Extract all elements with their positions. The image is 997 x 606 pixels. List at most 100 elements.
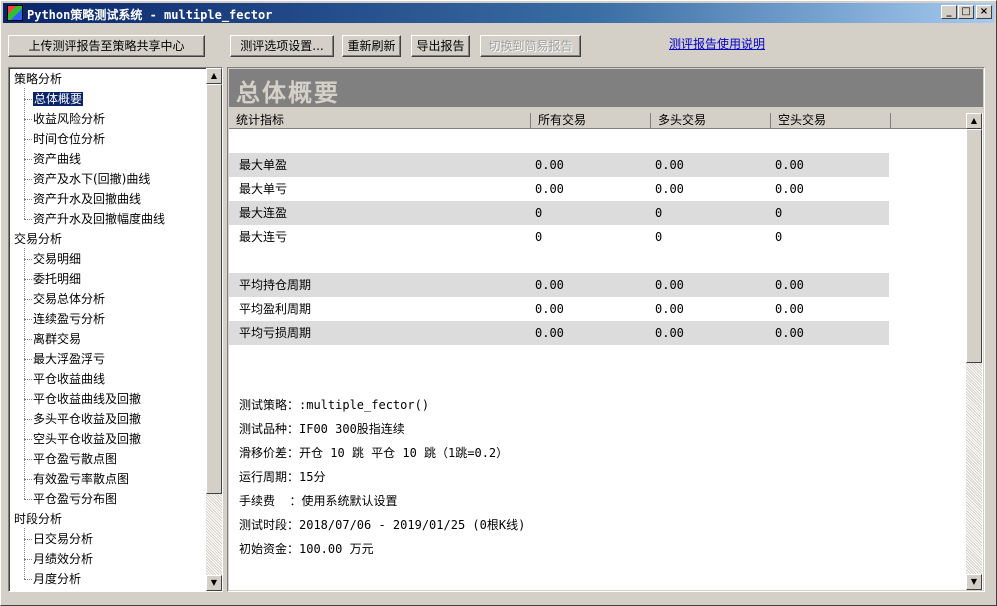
tree-item[interactable]: 交易明细 <box>33 250 81 268</box>
navigation-tree[interactable]: 策略分析 总体概要 收益风险分析 时间仓位分析 资产曲线 资产及水下(回撤)曲线 资产升水及… <box>8 67 223 592</box>
table-cell-short: 0.00 <box>775 326 804 340</box>
table-cell-long: 0.00 <box>655 326 684 340</box>
tree-item[interactable]: 最大浮盈浮亏 <box>33 350 105 368</box>
tree-item-label: 资产曲线 <box>33 152 82 166</box>
tree-item-label: 月度分析 <box>33 572 82 586</box>
maximize-icon[interactable]: □ <box>958 5 974 19</box>
window-title: Python策略测试系统 - multiple_fector <box>27 8 273 22</box>
tree-item[interactable]: 时间仓位分析 <box>33 130 105 148</box>
tree-item-label: 离群交易 <box>33 332 82 346</box>
table-cell-long: 0.00 <box>655 278 684 292</box>
close-icon[interactable]: × <box>976 5 992 19</box>
column-header[interactable]: 多头交易 <box>651 113 771 129</box>
content-scrollbar[interactable]: ▲ ▼ <box>966 113 982 590</box>
tree-item-label: 交易明细 <box>33 252 82 266</box>
tree-item-label: 多头平仓收益及回撤 <box>33 412 142 426</box>
column-header[interactable]: 统计指标 <box>229 113 531 129</box>
switch-simple-report-button[interactable]: 切换到简易报告 <box>480 35 581 57</box>
tree-item[interactable]: 平仓盈亏分布图 <box>33 490 117 508</box>
tree-item-label: 日交易分析 <box>33 532 94 546</box>
table-cell-long: 0.00 <box>655 302 684 316</box>
info-line: 测试策略：:multiple_fector() <box>239 398 430 412</box>
tree-item[interactable]: 月度分析 <box>33 570 81 588</box>
tree-item[interactable]: 离群交易 <box>33 330 81 348</box>
tree-item-label: 资产升水及回撤曲线 <box>33 192 142 206</box>
help-link[interactable]: 测评报告使用说明 <box>669 35 765 52</box>
tree-item-label: 委托明细 <box>33 272 82 286</box>
arrow-up-icon[interactable]: ▲ <box>966 113 982 129</box>
tree-item[interactable]: 交易总体分析 <box>33 290 105 308</box>
table-cell-short: 0.00 <box>775 182 804 196</box>
tree-group-label: 交易分析 <box>14 232 63 246</box>
column-header[interactable]: 所有交易 <box>531 113 651 129</box>
tree-scrollbar[interactable]: ▲ ▼ <box>206 68 222 591</box>
info-line: 测试品种：IF00 300股指连续 <box>239 422 405 436</box>
info-line: 手续费 ：使用系统默认设置 <box>239 494 398 508</box>
tree-item[interactable]: 总体概要 <box>33 90 84 108</box>
report-content: 统计指标 所有交易 多头交易 空头交易 最大单盈 0.00 0.00 0.00 最大单亏… <box>229 113 983 590</box>
title-bar[interactable]: Python策略测试系统 - multiple_fector _ □ × <box>3 3 994 23</box>
table-row: 最大单亏 0.00 0.00 0.00 <box>229 177 889 201</box>
tree-item-label: 连续盈亏分析 <box>33 312 106 326</box>
table-cell-short: 0 <box>775 230 783 244</box>
tree-item-label: 空头平仓收益及回撤 <box>33 432 142 446</box>
table-cell-all: 0.00 <box>535 278 564 292</box>
table-row: 最大单盈 0.00 0.00 0.00 <box>229 153 889 177</box>
tree-item[interactable]: 日交易分析 <box>33 530 93 548</box>
tree-item[interactable]: 资产升水及回撤幅度曲线 <box>33 210 165 228</box>
table-cell-long: 0.00 <box>655 158 684 172</box>
table-cell-all: 0.00 <box>535 158 564 172</box>
table-cell-short: 0.00 <box>775 158 804 172</box>
table-cell-name: 平均盈利周期 <box>239 302 312 316</box>
tree-item-label: 有效盈亏率散点图 <box>33 472 130 486</box>
tree-item[interactable]: 平仓收益曲线及回撤 <box>33 390 141 408</box>
tree-item[interactable]: 平仓收益曲线 <box>33 370 105 388</box>
tree-item[interactable]: 委托明细 <box>33 270 81 288</box>
arrow-up-icon[interactable]: ▲ <box>206 68 222 84</box>
tree-group[interactable]: 时段分析 <box>14 510 62 528</box>
tree-item[interactable]: 空头平仓收益及回撤 <box>33 430 141 448</box>
tree-item-label: 资产及水下(回撤)曲线 <box>33 172 151 186</box>
table-cell-all: 0.00 <box>535 302 564 316</box>
arrow-down-icon[interactable]: ▼ <box>966 574 982 590</box>
info-line: 初始资金：100.00 万元 <box>239 542 374 556</box>
app-icon <box>7 5 23 21</box>
tree-item-label: 平仓盈亏分布图 <box>33 492 118 506</box>
tree-item[interactable]: 平仓盈亏散点图 <box>33 450 117 468</box>
tree-item[interactable]: 多头平仓收益及回撤 <box>33 410 141 428</box>
tree-item[interactable]: 月绩效分析 <box>33 550 93 568</box>
column-header[interactable]: 空头交易 <box>771 113 891 129</box>
arrow-down-icon[interactable]: ▼ <box>206 575 222 591</box>
tree-item-label: 收益风险分析 <box>33 112 106 126</box>
tree-group-label: 策略分析 <box>14 72 63 86</box>
tree-item[interactable]: 资产及水下(回撤)曲线 <box>33 170 150 188</box>
table-cell-long: 0.00 <box>655 182 684 196</box>
refresh-button[interactable]: 重新刷新 <box>342 35 401 57</box>
info-line: 测试时段：2018/07/06 - 2019/01/25 (0根K线) <box>239 518 526 532</box>
app-window: Python策略测试系统 - multiple_fector _ □ × 上传测… <box>0 0 997 606</box>
tree-group[interactable]: 策略分析 <box>14 70 62 88</box>
table-cell-short: 0.00 <box>775 302 804 316</box>
tree-item-label: 平仓盈亏散点图 <box>33 452 118 466</box>
tree-item[interactable]: 资产升水及回撤曲线 <box>33 190 141 208</box>
tree-item[interactable]: 资产曲线 <box>33 150 81 168</box>
tree-group[interactable]: 交易分析 <box>14 230 62 248</box>
content-scroll-thumb[interactable] <box>966 129 982 363</box>
minimize-icon[interactable]: _ <box>941 5 957 19</box>
table-row: 最大连盈 0 0 0 <box>229 201 889 225</box>
table-cell-all: 0.00 <box>535 326 564 340</box>
table-cell-long: 0 <box>655 206 663 220</box>
tree-item[interactable]: 有效盈亏率散点图 <box>33 470 129 488</box>
tree-scroll-thumb[interactable] <box>206 84 222 494</box>
panel-title: 总体概要 <box>236 79 340 107</box>
table-row: 平均盈利周期 0.00 0.00 0.00 <box>229 297 889 321</box>
test-options-button[interactable]: 测评选项设置... <box>230 35 334 57</box>
tree-item-label: 平仓收益曲线及回撤 <box>33 392 142 406</box>
upload-report-button[interactable]: 上传测评报告至策略共享中心 <box>8 35 205 57</box>
table-cell-short: 0 <box>775 206 783 220</box>
tree-item[interactable]: 收益风险分析 <box>33 110 105 128</box>
export-report-button[interactable]: 导出报告 <box>411 35 470 57</box>
table-cell-name: 最大单亏 <box>239 182 288 196</box>
tree-item-label: 月绩效分析 <box>33 552 94 566</box>
tree-item[interactable]: 连续盈亏分析 <box>33 310 105 328</box>
